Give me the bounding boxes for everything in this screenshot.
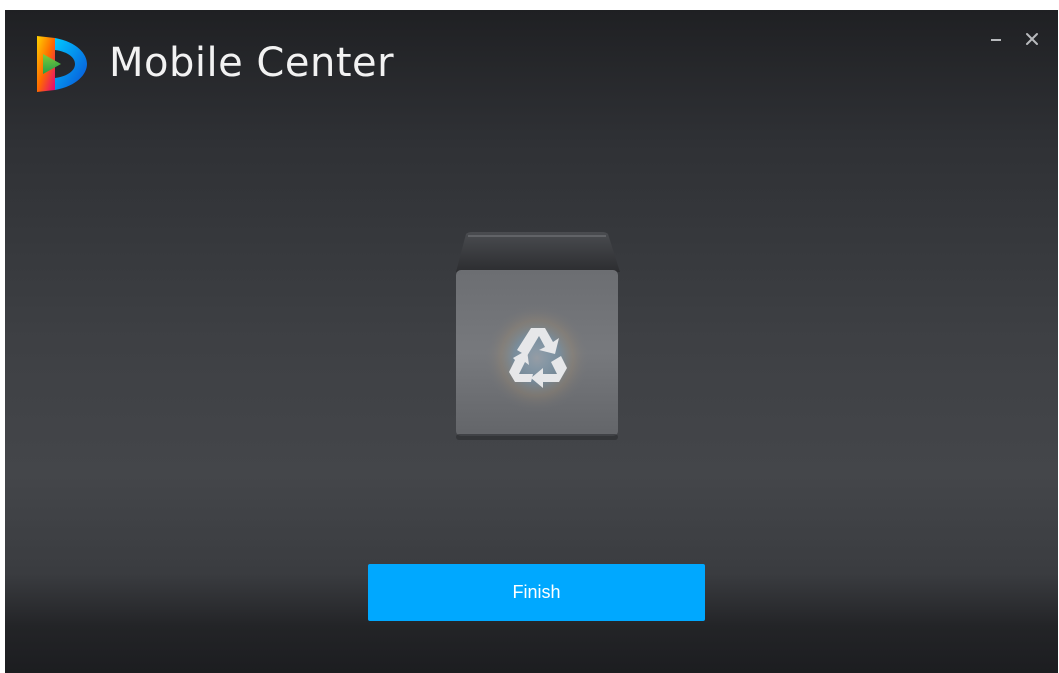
app-window: Mobile Center Finish: [5, 10, 1058, 673]
minimize-icon: [991, 39, 1001, 41]
recycle-bin-icon: [456, 232, 620, 440]
close-icon: [1026, 33, 1038, 45]
app-logo-icon: [37, 36, 87, 92]
app-title: Mobile Center: [109, 40, 395, 86]
finish-button[interactable]: Finish: [368, 564, 705, 621]
close-button[interactable]: [1021, 28, 1043, 50]
minimize-button[interactable]: [985, 28, 1007, 50]
